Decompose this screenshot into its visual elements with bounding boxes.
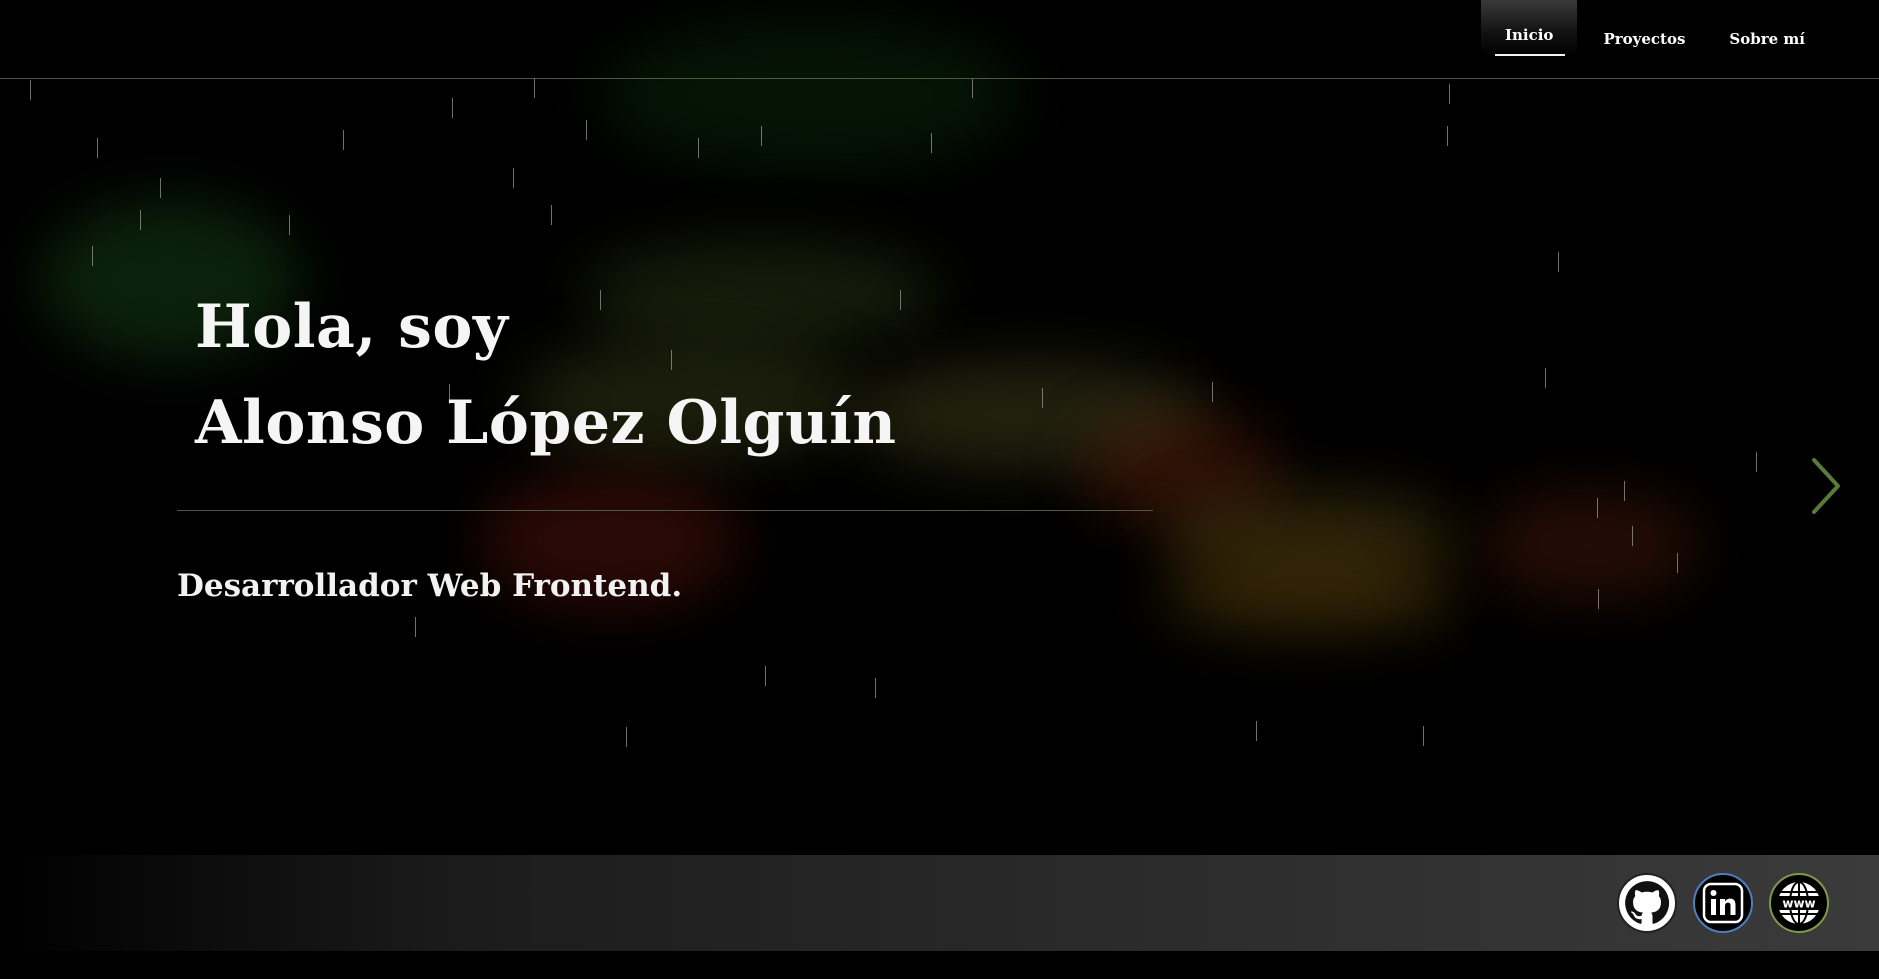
nav-item-sobre-mi[interactable]: Sobre mí	[1711, 0, 1823, 56]
svg-text:www: www	[1782, 897, 1815, 911]
globe-www-icon: www	[1776, 881, 1822, 925]
nav-item-label: Inicio	[1504, 26, 1554, 44]
social-links: www	[1601, 873, 1829, 933]
carousel-next-button[interactable]	[1808, 456, 1848, 516]
hero-background	[0, 0, 1879, 979]
nav-item-label: Proyectos	[1603, 30, 1686, 48]
hero-role: Desarrollador Web Frontend.	[177, 568, 683, 604]
hero-greeting: Hola, soy	[195, 292, 509, 362]
footer-bar: www	[0, 855, 1879, 951]
nav-item-proyectos[interactable]: Proyectos	[1585, 0, 1703, 56]
website-link[interactable]: www	[1769, 873, 1829, 933]
linkedin-link[interactable]	[1693, 873, 1753, 933]
main-nav: Inicio Proyectos Sobre mí	[1473, 0, 1823, 78]
hero-name: Alonso López Olguín	[195, 388, 897, 458]
top-navbar: Inicio Proyectos Sobre mí	[0, 0, 1879, 79]
github-icon	[1625, 881, 1670, 924]
linkedin-icon	[1702, 882, 1744, 924]
github-link[interactable]	[1617, 873, 1677, 933]
hero-divider	[177, 510, 1153, 511]
nav-item-label: Sobre mí	[1729, 30, 1805, 48]
chevron-right-icon	[1812, 458, 1840, 514]
nav-item-inicio[interactable]: Inicio	[1480, 0, 1578, 56]
